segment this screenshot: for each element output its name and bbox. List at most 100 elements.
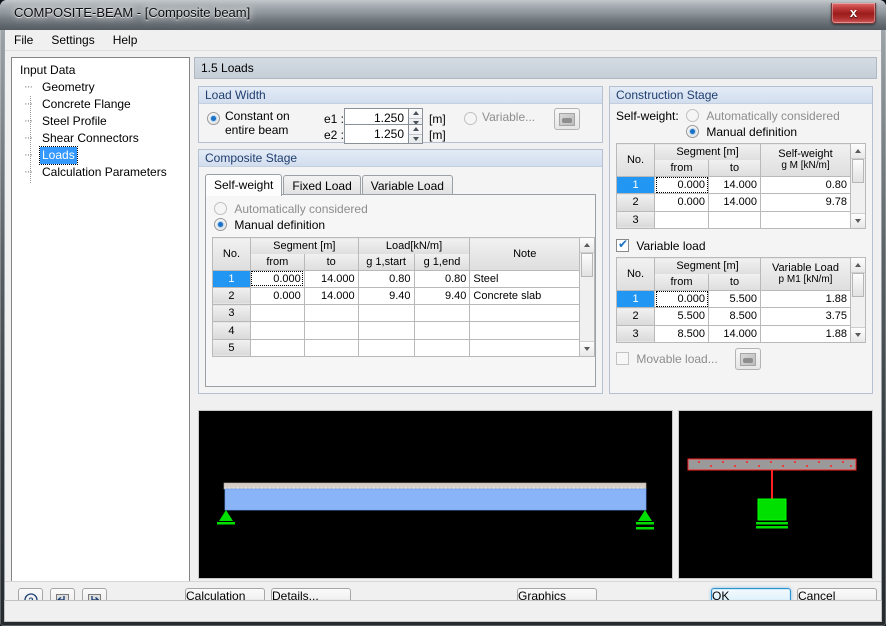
table-row[interactable]: 4 [212, 321, 581, 340]
cell-to[interactable] [303, 321, 359, 340]
composite-stage-table[interactable]: No. Segment [m] Load[kN/m] Note from to … [212, 236, 581, 358]
cell-note[interactable] [469, 304, 581, 323]
menu-settings[interactable]: Settings [42, 31, 103, 50]
cell-selfweight[interactable]: 9.78 [760, 193, 851, 212]
row-number[interactable]: 4 [212, 321, 251, 340]
table-row[interactable]: 3 8.500 14.000 1.88 [616, 324, 851, 344]
cell-g1-end[interactable]: 9.40 [413, 286, 471, 306]
cell-g1-end[interactable] [413, 321, 471, 340]
cell-to[interactable] [303, 304, 359, 323]
cell-from[interactable]: 0.000 [249, 269, 305, 288]
table-row[interactable]: 2 0.000 14.000 9.78 [616, 193, 851, 212]
beam-cross-section[interactable] [678, 410, 873, 579]
sidebar-item-steel-profile[interactable]: ··· Steel Profile [18, 113, 189, 130]
cell-g1-end[interactable] [413, 304, 471, 323]
variable-load-table-scrollbar[interactable] [851, 257, 866, 343]
cell-to[interactable]: 14.000 [708, 175, 761, 195]
cell-selfweight[interactable] [760, 210, 851, 230]
tab-self-weight[interactable]: Self-weight [205, 174, 283, 196]
cell-from[interactable]: 0.000 [654, 193, 709, 212]
cell-from[interactable]: 5.500 [654, 307, 709, 326]
cell-note[interactable]: Concrete slab [469, 286, 581, 306]
menu-help[interactable]: Help [104, 31, 147, 50]
sidebar-item-geometry[interactable]: ··· Geometry [18, 79, 189, 96]
scroll-thumb[interactable] [581, 253, 593, 277]
movable-load-picker-button[interactable] [735, 348, 761, 370]
e2-spin-up-icon[interactable] [409, 125, 422, 135]
close-button[interactable]: x [831, 3, 876, 24]
cell-g1-start[interactable] [357, 338, 415, 358]
tab-variable-load[interactable]: Variable Load [361, 175, 453, 196]
construction-manual-radio[interactable]: Manual definition [686, 124, 797, 139]
load-width-picker-button[interactable] [554, 108, 580, 130]
sidebar-item-concrete-flange[interactable]: ··· Concrete Flange [18, 96, 189, 113]
row-number[interactable]: 3 [616, 210, 655, 230]
cell-from[interactable] [654, 210, 709, 230]
cell-variable-load[interactable]: 1.88 [760, 324, 851, 344]
table-row[interactable]: 3 [212, 304, 581, 323]
movable-load-checkbox[interactable]: Movable load... [616, 351, 718, 366]
row-number[interactable]: 2 [212, 286, 251, 306]
cell-from[interactable] [249, 338, 305, 358]
cell-to[interactable]: 14.000 [708, 193, 761, 212]
cell-to[interactable]: 14.000 [303, 269, 359, 288]
sidebar-item-shear-connectors[interactable]: ··· Shear Connectors [18, 130, 189, 147]
cell-from[interactable] [249, 304, 305, 323]
e2-spin-arrows[interactable] [408, 124, 423, 144]
row-number[interactable]: 3 [212, 304, 251, 323]
composite-auto-radio[interactable]: Automatically considered [214, 201, 368, 216]
row-number[interactable]: 5 [212, 338, 251, 358]
scroll-up-icon[interactable] [851, 258, 865, 273]
row-number[interactable]: 1 [212, 269, 251, 288]
cell-note[interactable] [469, 338, 581, 358]
row-number[interactable]: 2 [616, 307, 655, 326]
scroll-up-icon[interactable] [580, 238, 594, 253]
cell-to[interactable] [708, 210, 761, 230]
variable-radio[interactable] [464, 111, 477, 126]
scroll-down-icon[interactable] [580, 341, 594, 356]
cell-to[interactable]: 5.500 [708, 289, 761, 309]
variable-load-table[interactable]: No. Segment [m] Variable Load p M1 [kN/m… [616, 256, 851, 344]
cell-note[interactable]: Steel [469, 269, 581, 288]
row-number[interactable]: 1 [616, 175, 655, 195]
selfweight-table-scrollbar[interactable] [851, 143, 866, 229]
cell-to[interactable]: 8.500 [708, 307, 761, 326]
table-row[interactable]: 1 0.000 14.000 0.80 [616, 175, 851, 195]
cell-g1-start[interactable] [357, 321, 415, 340]
menu-file[interactable]: File [5, 31, 42, 50]
tab-fixed-load[interactable]: Fixed Load [283, 175, 361, 196]
tree-root-input-data[interactable]: Input Data [18, 62, 189, 79]
cell-g1-start[interactable]: 0.80 [357, 269, 415, 288]
composite-manual-radio[interactable]: Manual definition [214, 217, 325, 232]
row-number[interactable]: 2 [616, 193, 655, 212]
cell-to[interactable] [303, 338, 359, 358]
cell-from[interactable]: 0.000 [249, 286, 305, 306]
cell-g1-end[interactable]: 0.80 [413, 269, 471, 288]
composite-table-scrollbar[interactable] [580, 237, 595, 357]
variable-load-checkbox[interactable]: Variable load [616, 237, 706, 253]
cell-from[interactable] [249, 321, 305, 340]
beam-side-view[interactable] [198, 410, 673, 579]
cell-note[interactable] [469, 321, 581, 340]
cell-variable-load[interactable]: 1.88 [760, 289, 851, 309]
cell-variable-load[interactable]: 3.75 [760, 307, 851, 326]
table-row[interactable]: 2 5.500 8.500 3.75 [616, 307, 851, 326]
cell-g1-start[interactable] [357, 304, 415, 323]
table-row[interactable]: 1 0.000 5.500 1.88 [616, 289, 851, 309]
construction-auto-radio[interactable]: Automatically considered [686, 108, 840, 123]
constant-radio[interactable] [207, 111, 221, 126]
row-number[interactable]: 3 [616, 324, 655, 344]
scroll-thumb[interactable] [852, 159, 864, 183]
table-row[interactable]: 2 0.000 14.000 9.40 9.40 Concrete slab [212, 286, 581, 306]
cell-to[interactable]: 14.000 [708, 324, 761, 344]
e1-spin-up-icon[interactable] [409, 109, 422, 119]
table-row[interactable]: 5 [212, 338, 581, 358]
scroll-down-icon[interactable] [851, 213, 865, 228]
sidebar-item-calculation-parameters[interactable]: ··· Calculation Parameters [18, 164, 189, 181]
cell-g1-start[interactable]: 9.40 [357, 286, 415, 306]
e2-spin-down-icon[interactable] [409, 135, 422, 144]
row-number[interactable]: 1 [616, 289, 655, 309]
table-row[interactable]: 3 [616, 210, 851, 230]
selfweight-table[interactable]: No. Segment [m] Self-weight g M [kN/m] f… [616, 142, 851, 230]
sidebar-item-loads[interactable]: ··· Loads [18, 146, 189, 165]
